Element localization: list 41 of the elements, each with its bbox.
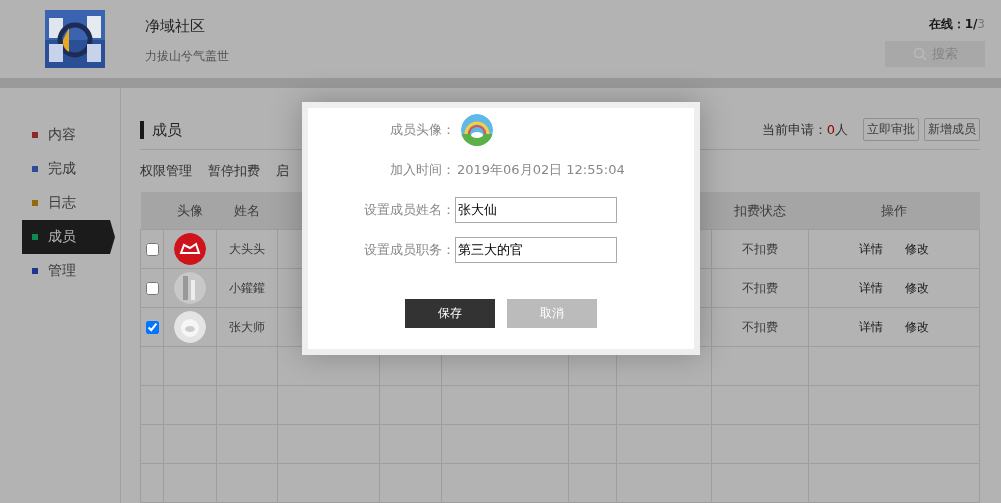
row-link[interactable]: 详情 [859, 319, 883, 334]
row-link[interactable]: 修改 [905, 241, 929, 256]
input-field[interactable]: 张大仙 [455, 197, 617, 223]
row-checkbox[interactable] [146, 281, 159, 295]
row-link[interactable]: 修改 [905, 280, 929, 295]
row-link[interactable]: 详情 [859, 241, 883, 256]
header-cell: 扣费状态 [711, 192, 809, 230]
sidebar-item[interactable]: 完成 [22, 152, 115, 186]
row-link[interactable]: 修改 [905, 319, 929, 334]
table-cell: 小鑵鑵 [216, 268, 278, 308]
table-cell: 张大师 [216, 307, 278, 347]
input-field[interactable]: 第三大的官 [455, 237, 617, 263]
table-cell: 不扣费 [711, 229, 809, 269]
site-title: 净域社区 [145, 17, 206, 36]
row-checkbox[interactable] [146, 242, 159, 256]
header-cell: 头像 [163, 192, 217, 230]
table-cell: 大头头 [216, 229, 278, 269]
field-label: 成员头像： [389, 121, 455, 139]
pending-count: 当前申请：0人 [761, 120, 848, 139]
header-cell: 操作 [808, 192, 980, 230]
toolbar-link[interactable]: 权限管理 [140, 162, 192, 180]
field-label: 设置成员职务： [363, 241, 455, 259]
row-checkbox[interactable] [146, 320, 159, 334]
toolbar-link[interactable]: 暂停扣费 [208, 162, 260, 180]
field-label: 加入时间： [389, 161, 455, 179]
header-cell: 姓名 [216, 192, 278, 230]
row-link[interactable]: 详情 [859, 280, 883, 295]
join-time: 2019年06月02日 12:55:04 [457, 161, 625, 179]
online-count: 在线：1/3 [928, 16, 985, 33]
site-subtitle: 力拔山兮气盖世 [145, 48, 230, 65]
sidebar-item[interactable]: 内容 [22, 118, 115, 152]
toolbar-link[interactable]: 启 [276, 162, 289, 180]
save-button[interactable]: 保存 [405, 299, 495, 328]
field-label: 设置成员姓名： [363, 201, 455, 219]
table-cell: 不扣费 [711, 307, 809, 347]
action-button[interactable]: 立即审批 [863, 118, 919, 141]
table-cell: 不扣费 [711, 268, 809, 308]
sidebar-item[interactable]: 成员 [22, 220, 115, 254]
sidebar-item[interactable]: 管理 [22, 254, 115, 288]
sidebar-item[interactable]: 日志 [22, 186, 115, 220]
action-button[interactable]: 新增成员 [924, 118, 980, 141]
